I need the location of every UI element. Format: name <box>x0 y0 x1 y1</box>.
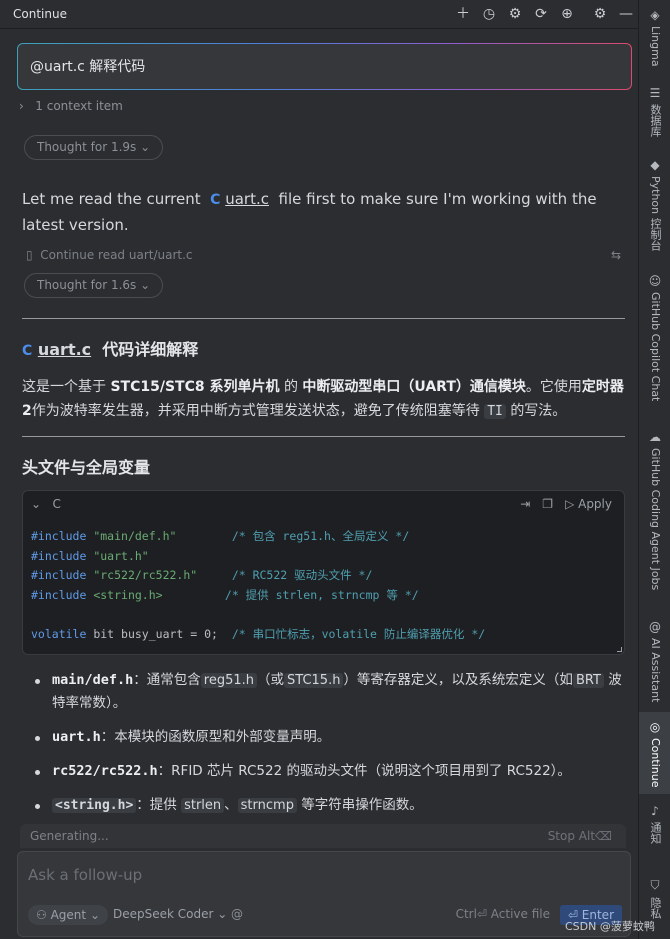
model-select[interactable]: DeepSeek Coder ⌄ <box>113 907 227 921</box>
top-bar: Continue ＋ ◷ ⚙ ⟳ ⊕ ⚙ — <box>0 0 638 29</box>
assistant-intro: Let me read the current C uart.c file fi… <box>22 190 597 234</box>
globe-icon[interactable]: ⊕ <box>558 5 576 23</box>
refresh-icon[interactable]: ⟳ <box>532 5 550 23</box>
code-line: #include "uart.h" <box>31 548 149 563</box>
input-toolbar: ⚇ Agent ⌄ DeepSeek Coder ⌄ @ Ctrl⏎ Activ… <box>28 905 622 925</box>
c-file-icon: C <box>210 192 221 208</box>
section-heading-headers: 头文件与全局变量 <box>22 458 151 477</box>
right-tool-strip: ◈ Lingma ☰ 数据库 ◆ Python 控制台 ☺ GitHub Cop… <box>638 0 670 939</box>
c-file-icon: C <box>22 343 33 359</box>
code-block: ⌄ C ⇥ ❐ ▷ Apply #include "main/def.h" /*… <box>22 490 625 655</box>
tool-coding-agent-jobs[interactable]: ☁ GitHub Coding Agent Jobs <box>639 430 670 590</box>
python-icon: ◆ <box>650 158 660 172</box>
tool-lingma[interactable]: ◈ Lingma <box>639 8 670 67</box>
active-file-shortcut[interactable]: Ctrl⏎ Active file <box>456 907 550 921</box>
code-block-collapse[interactable]: ⌄ C <box>31 497 61 511</box>
at-icon: @ <box>649 620 661 634</box>
follow-up-input[interactable]: Ask a follow-up ⚇ Agent ⌄ DeepSeek Coder… <box>17 851 631 937</box>
copy-icon[interactable]: ❐ <box>542 497 553 511</box>
tool-database[interactable]: ☰ 数据库 <box>639 86 670 137</box>
thought-toggle-1[interactable]: Thought for 1.9s ⌄ <box>24 135 164 160</box>
file-icon: ▯ <box>26 248 33 262</box>
context-items-label: 1 context item <box>35 99 123 113</box>
cloud-icon: ☁ <box>649 430 661 444</box>
gear-icon[interactable]: ⚙ <box>506 5 524 23</box>
list-item: main/def.h：通常包含 reg51.h （或 STC15.h ）等寄存器定义，以… <box>35 669 622 715</box>
follow-up-placeholder: Ask a follow-up <box>28 866 143 884</box>
history-icon[interactable]: ◷ <box>480 5 498 23</box>
tool-privacy[interactable]: ⛉ 隐私 <box>639 878 670 919</box>
thought-toggle-2[interactable]: Thought for 1.6s ⌄ <box>24 273 164 298</box>
resize-grip-icon[interactable] <box>617 647 622 652</box>
chevron-down-icon: ⌄ <box>140 278 151 292</box>
generating-label: Generating... <box>30 829 109 843</box>
plus-icon[interactable]: ＋ <box>454 5 472 23</box>
code-line: #include "main/def.h" /* 包含 reg51.h、全局定义… <box>31 529 410 543</box>
chevron-down-icon: ⌄ <box>89 908 101 922</box>
minimize-icon[interactable]: — <box>617 5 635 23</box>
code-content: #include "main/def.h" /* 包含 reg51.h、全局定义… <box>31 527 485 644</box>
tool-ai-assistant[interactable]: @ AI Assistant <box>639 620 670 702</box>
file-link-uart-c[interactable]: uart.c <box>225 190 269 208</box>
code-block-header: ⌄ C ⇥ ❐ ▷ Apply <box>23 491 624 519</box>
divider <box>22 318 625 319</box>
database-icon: ☰ <box>649 86 661 100</box>
watermark: CSDN @菠萝蚊鸭 <box>565 920 655 933</box>
chevron-down-icon: ⌄ <box>31 497 42 511</box>
file-link-uart-c[interactable]: uart.c <box>38 340 91 359</box>
stop-button[interactable]: Stop Alt⌫ <box>548 829 612 843</box>
tool-call-read-file[interactable]: ▯ Continue read uart/uart.c ⇆ <box>26 248 621 262</box>
lingma-icon: ◈ <box>650 8 660 22</box>
section-heading-explanation: C uart.c 代码详细解释 <box>22 340 199 359</box>
chat-panel: @uart.c 解释代码 › 1 context item Thought fo… <box>0 30 638 939</box>
code-line: volatile bit busy_uart = 0; /* 串口忙标志，vol… <box>31 626 486 641</box>
generating-status-bar: Generating... Stop Alt⌫ <box>20 824 626 848</box>
user-prompt-box[interactable]: @uart.c 解释代码 <box>17 43 632 90</box>
mention-button[interactable]: @ <box>231 907 243 921</box>
chevron-down-icon: ⌄ <box>140 140 151 154</box>
bell-icon: ♪ <box>651 804 659 818</box>
context-items-toggle[interactable]: › 1 context item <box>19 99 123 113</box>
code-line: #include <string.h> /* 提供 strlen, strncm… <box>31 587 419 602</box>
tool-notifications[interactable]: ♪ 通知 <box>639 804 670 844</box>
code-line: #include "rc522/rc522.h" /* RC522 驱动头文件 … <box>31 568 373 582</box>
continue-icon: ◎ <box>649 720 661 734</box>
wrap-icon[interactable]: ⇆ <box>611 248 621 262</box>
agent-icon: ⚇ <box>36 908 47 922</box>
chevron-right-icon: › <box>19 99 24 113</box>
list-item: rc522/rc522.h：RFID 芯片 RC522 的驱动头文件（说明这个项… <box>35 760 622 783</box>
agent-mode-select[interactable]: ⚇ Agent ⌄ <box>28 905 109 925</box>
chevron-down-icon: ⌄ <box>217 907 228 921</box>
copilot-icon: ☺ <box>648 274 662 288</box>
list-item: <string.h> ：提供 strlen、 strncmp 等字符串操作函数。 <box>35 794 622 817</box>
list-item: uart.h：本模块的函数原型和外部变量声明。 <box>35 726 622 749</box>
panel-title: Continue <box>13 7 67 21</box>
user-prompt-text: @uart.c 解释代码 <box>18 44 631 89</box>
tool-continue[interactable]: ◎ Continue <box>639 712 670 794</box>
apply-button[interactable]: ▷ Apply <box>565 497 612 511</box>
settings-icon[interactable]: ⚙ <box>591 5 609 23</box>
tool-copilot-chat[interactable]: ☺ GitHub Copilot Chat <box>639 274 670 401</box>
shield-icon: ⛉ <box>650 878 660 892</box>
insert-icon[interactable]: ⇥ <box>520 497 530 511</box>
divider <box>22 436 625 437</box>
tool-python-console[interactable]: ◆ Python 控制台 <box>639 158 670 251</box>
summary-paragraph: 这是一个基于 STC15/STC8 系列单片机 的 中断驱动型串口（UART）通… <box>22 379 624 419</box>
